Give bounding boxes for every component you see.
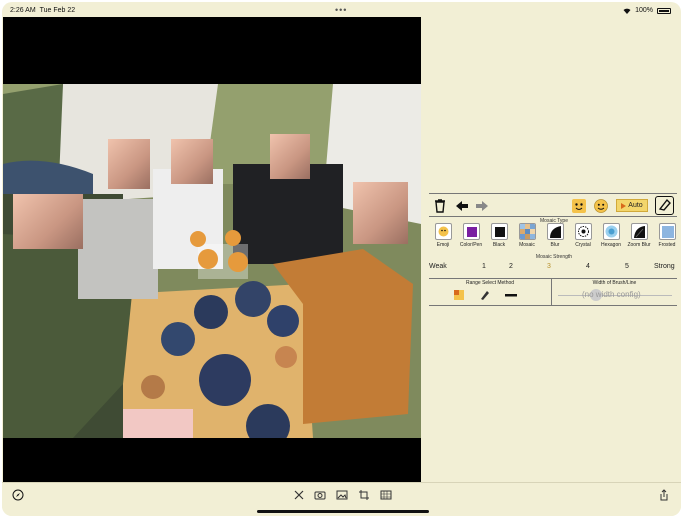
line-select-icon[interactable] bbox=[505, 292, 517, 298]
type-label-black: Black bbox=[492, 242, 506, 248]
type-label-mosaic: Mosaic bbox=[519, 242, 535, 248]
crystal-icon bbox=[574, 223, 592, 240]
mosaic-type-list: Emoji Color/Pen Black Mosaic Blur Crysta… bbox=[429, 223, 681, 253]
close-icon[interactable] bbox=[293, 489, 305, 501]
brush-width-placeholder: (no width config) bbox=[582, 290, 641, 299]
strength-level-4[interactable]: 4 bbox=[586, 263, 590, 270]
mosaic-type-mosaic[interactable]: Mosaic bbox=[513, 223, 541, 253]
strength-strong-label: Strong bbox=[654, 263, 675, 270]
emoji-face-icon[interactable] bbox=[593, 198, 609, 214]
mosaic-type-black[interactable]: Black bbox=[485, 223, 513, 253]
multitasking-dots[interactable]: ••• bbox=[335, 5, 347, 15]
undo-icon[interactable] bbox=[454, 198, 470, 214]
share-icon[interactable] bbox=[658, 489, 670, 501]
auto-button[interactable]: Auto bbox=[616, 199, 648, 212]
emoji-icon bbox=[434, 223, 452, 240]
strength-level-2[interactable]: 2 bbox=[509, 263, 513, 270]
compass-icon[interactable] bbox=[12, 489, 24, 501]
strength-level-3-selected[interactable]: 3 bbox=[547, 263, 551, 270]
mosaic-type-blur[interactable]: Blur bbox=[541, 223, 569, 253]
type-label-emoji: Emoji bbox=[436, 242, 450, 248]
type-label-blur: Blur bbox=[550, 242, 560, 248]
redo-icon[interactable] bbox=[474, 198, 490, 214]
strength-weak-label: Weak bbox=[429, 263, 447, 270]
type-label-color-pen: Color/Pen bbox=[459, 242, 483, 248]
auto-face-detect-icon[interactable] bbox=[571, 198, 587, 214]
brush-width-section: Width of Brush/Line (no width config) bbox=[551, 279, 677, 305]
eraser-button[interactable] bbox=[655, 196, 674, 215]
eraser-icon bbox=[658, 198, 671, 211]
black-icon bbox=[490, 223, 508, 240]
status-time: 2:26 AM Tue Feb 22 bbox=[10, 7, 76, 14]
pen-select-icon[interactable] bbox=[479, 289, 491, 301]
photo-library-icon[interactable] bbox=[336, 489, 348, 501]
type-label-zoom-blur: Zoom Blur bbox=[627, 242, 651, 248]
brush-width-title: Width of Brush/Line bbox=[592, 280, 637, 286]
edit-toolbar: Auto bbox=[429, 193, 677, 217]
photo[interactable] bbox=[3, 84, 421, 438]
strength-level-5[interactable]: 5 bbox=[625, 263, 629, 270]
ipad-screen: 2:26 AM Tue Feb 22 ••• 100% Auto Mosaic … bbox=[2, 2, 681, 516]
photo-image bbox=[3, 84, 421, 438]
face-mosaic-1[interactable] bbox=[13, 194, 83, 249]
crop-icon[interactable] bbox=[358, 489, 370, 501]
mosaic-type-hexagon[interactable]: Hexagon bbox=[597, 223, 625, 253]
mosaic-strength-selector: Weak 1 2 3 4 5 Strong bbox=[429, 261, 679, 275]
blur-icon bbox=[546, 223, 564, 240]
type-label-frosted: Frosted bbox=[658, 242, 676, 248]
mosaic-grid-icon[interactable] bbox=[380, 489, 392, 501]
mosaic-type-crystal[interactable]: Crystal bbox=[569, 223, 597, 253]
play-icon bbox=[621, 202, 627, 209]
mosaic-type-color-pen[interactable]: Color/Pen bbox=[457, 223, 485, 253]
mosaic-type-frosted[interactable]: Frosted bbox=[653, 223, 681, 253]
range-and-width-area: Range Select Method Width of Brush/Line … bbox=[429, 278, 677, 306]
range-select-title: Range Select Method bbox=[465, 280, 515, 286]
range-select-section: Range Select Method bbox=[429, 279, 551, 305]
home-indicator bbox=[257, 510, 429, 513]
mosaic-strength-title: Mosaic Strength bbox=[535, 254, 573, 260]
frosted-icon bbox=[658, 223, 676, 240]
rectangle-select-icon[interactable] bbox=[453, 289, 465, 301]
mosaic-icon bbox=[518, 223, 536, 240]
image-canvas[interactable] bbox=[3, 17, 421, 482]
type-label-hexagon: Hexagon bbox=[600, 242, 621, 248]
face-mosaic-2[interactable] bbox=[108, 139, 150, 189]
hexagon-icon bbox=[602, 223, 620, 240]
color-pen-icon bbox=[462, 223, 480, 240]
mosaic-type-zoom-blur[interactable]: Zoom Blur bbox=[625, 223, 653, 253]
face-mosaic-5[interactable] bbox=[353, 182, 408, 244]
type-label-crystal: Crystal bbox=[575, 242, 591, 248]
face-mosaic-3[interactable] bbox=[171, 139, 213, 184]
camera-icon[interactable] bbox=[314, 489, 326, 501]
auto-label: Auto bbox=[628, 202, 643, 209]
mosaic-type-emoji[interactable]: Emoji bbox=[429, 223, 457, 253]
face-mosaic-4[interactable] bbox=[270, 134, 310, 179]
trash-icon[interactable] bbox=[432, 198, 448, 214]
zoom-blur-icon bbox=[630, 223, 648, 240]
bottom-toolbar bbox=[2, 482, 681, 516]
strength-level-1[interactable]: 1 bbox=[482, 263, 486, 270]
control-panel: Auto Mosaic Type Emoji Color/Pen Black M… bbox=[427, 2, 681, 482]
